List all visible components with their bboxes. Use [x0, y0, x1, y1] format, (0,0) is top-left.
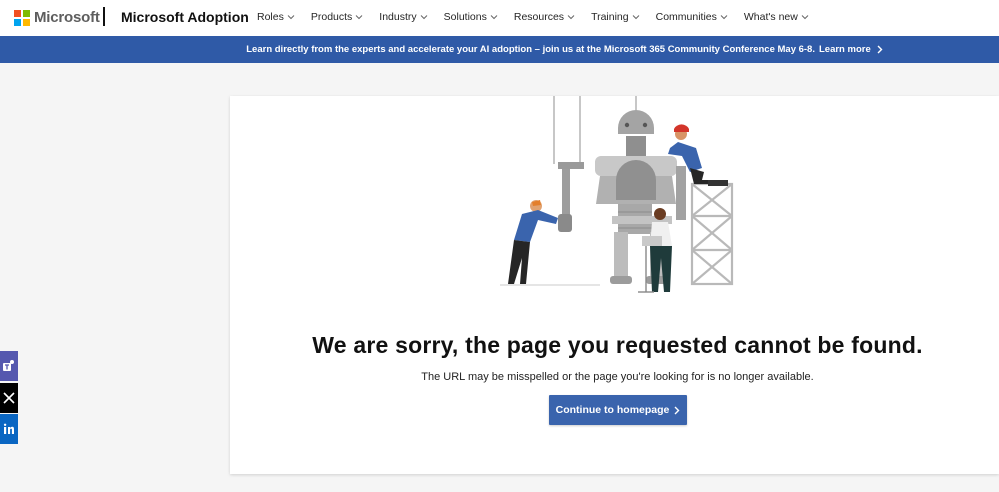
share-teams-button[interactable]: [0, 351, 18, 381]
nav-label: Resources: [513, 11, 565, 23]
nav-label: Communities: [655, 11, 717, 23]
banner-link-label: Learn more: [818, 44, 871, 55]
site-header: Microsoft Microsoft Adoption Roles Produ…: [0, 0, 999, 36]
nav-label: Industry: [379, 11, 417, 23]
chevron-down-icon: [801, 15, 809, 20]
share-linkedin-button[interactable]: [0, 414, 18, 444]
nav-item-communities[interactable]: Communities: [656, 11, 728, 23]
nav-label: Roles: [257, 11, 284, 23]
teams-icon: [3, 360, 14, 371]
nav-label: Products: [310, 11, 353, 23]
robot-repair-illustration: [500, 96, 734, 293]
nav-item-solutions[interactable]: Solutions: [444, 11, 498, 23]
brand-name: Microsoft: [34, 9, 100, 26]
nav-item-training[interactable]: Training: [591, 11, 640, 23]
page-title: We are sorry, the page you requested can…: [312, 332, 923, 358]
chevron-down-icon: [287, 15, 295, 20]
nav-label: Solutions: [443, 11, 487, 23]
microsoft-logo-icon: [14, 9, 30, 26]
nav-item-resources[interactable]: Resources: [514, 11, 575, 23]
site-title[interactable]: Microsoft Adoption: [121, 9, 249, 25]
nav-label: What's new: [743, 11, 798, 23]
chevron-down-icon: [567, 15, 575, 20]
chevron-right-icon: [674, 406, 680, 414]
chevron-right-icon: [877, 45, 883, 54]
banner-learn-more-link[interactable]: Learn more: [819, 44, 883, 55]
share-x-button[interactable]: [0, 383, 18, 413]
chevron-down-icon: [720, 15, 728, 20]
error-description: The URL may be misspelled or the page yo…: [421, 371, 814, 383]
nav-item-industry[interactable]: Industry: [379, 11, 428, 23]
cta-label: Continue to homepage: [555, 404, 670, 416]
error-card: We are sorry, the page you requested can…: [230, 96, 999, 474]
nav-item-roles[interactable]: Roles: [257, 11, 295, 23]
nav-item-products[interactable]: Products: [311, 11, 363, 23]
header-divider: [103, 7, 105, 26]
main-nav: Roles Products Industry Solutions Resour…: [257, 11, 825, 23]
chevron-down-icon: [355, 15, 363, 20]
x-icon: [3, 392, 15, 404]
nav-item-whats-new[interactable]: What's new: [744, 11, 809, 23]
continue-to-homepage-button[interactable]: Continue to homepage: [549, 395, 687, 425]
microsoft-logo[interactable]: Microsoft: [14, 9, 100, 26]
announcement-banner: Learn directly from the experts and acce…: [0, 36, 999, 63]
chevron-down-icon: [490, 15, 498, 20]
chevron-down-icon: [632, 15, 639, 20]
banner-text: Learn directly from the experts and acce…: [246, 44, 815, 55]
nav-label: Training: [591, 11, 629, 23]
chevron-down-icon: [420, 15, 428, 20]
linkedin-icon: [3, 423, 14, 434]
